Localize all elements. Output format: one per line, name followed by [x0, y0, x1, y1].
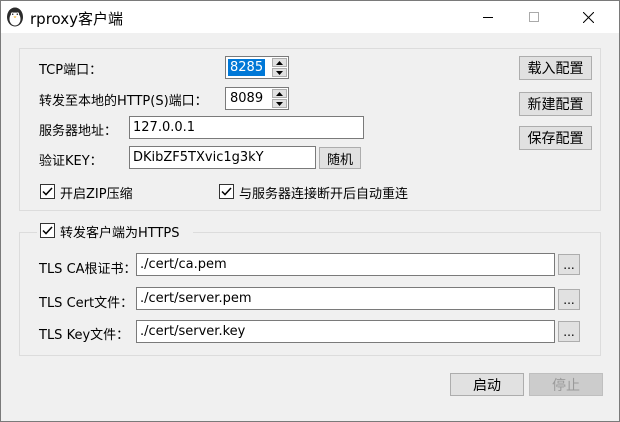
- browse-cert-button[interactable]: ...: [558, 289, 580, 310]
- https-enable-checkbox[interactable]: [40, 223, 55, 238]
- client-window: rproxy客户端 TCP端口： 8285 转发至本地的HTTP(S)端口： 8…: [0, 0, 620, 422]
- title-bar: rproxy客户端: [1, 1, 619, 33]
- close-icon: [582, 11, 594, 23]
- maximize-button[interactable]: [511, 1, 557, 33]
- caret-down-icon: [276, 70, 283, 75]
- auto-reconnect-checkbox[interactable]: [219, 184, 234, 199]
- tcp-port-value: 8285: [228, 59, 266, 76]
- https-enable-label: 转发客户端为HTTPS: [60, 226, 180, 241]
- auto-reconnect-label: 与服务器连接断开后自动重连: [239, 187, 409, 202]
- save-config-button[interactable]: 保存配置: [519, 126, 592, 150]
- server-address-label: 服务器地址：: [39, 124, 118, 139]
- window-title: rproxy客户端: [30, 10, 123, 28]
- load-config-button[interactable]: 载入配置: [519, 56, 592, 80]
- forward-port-value: 8089: [230, 91, 264, 106]
- checkmark-icon: [221, 187, 232, 196]
- verify-key-input[interactable]: DKibZF5TXvic1g3kY: [129, 146, 316, 169]
- browse-key-button[interactable]: ...: [558, 321, 580, 342]
- caret-up-icon: [276, 60, 283, 65]
- caret-down-icon: [276, 101, 283, 106]
- server-address-input[interactable]: 127.0.0.1: [129, 116, 364, 139]
- spin-down-button[interactable]: [272, 99, 287, 108]
- tcp-port-spinbox[interactable]: 8285: [225, 56, 289, 79]
- browse-ca-button[interactable]: ...: [558, 254, 580, 275]
- new-config-button[interactable]: 新建配置: [519, 92, 592, 116]
- app-logo-icon: [6, 7, 24, 27]
- spin-down-button[interactable]: [272, 68, 287, 77]
- zip-checkbox[interactable]: [40, 184, 55, 199]
- tls-key-label: TLS Key文件：: [39, 328, 130, 343]
- forward-port-spinbox[interactable]: 8089: [225, 87, 289, 110]
- tcp-port-label: TCP端口：: [39, 63, 103, 78]
- tls-cert-label: TLS Cert文件：: [39, 296, 134, 311]
- tls-cert-input[interactable]: ./cert/server.pem: [136, 287, 555, 310]
- verify-key-label: 验证KEY：: [39, 154, 103, 169]
- spin-up-button[interactable]: [272, 89, 287, 98]
- close-button[interactable]: [565, 1, 611, 33]
- tls-ca-label: TLS CA根证书：: [39, 262, 137, 277]
- zip-label: 开启ZIP压缩: [60, 187, 133, 202]
- random-key-button[interactable]: 随机: [319, 147, 361, 169]
- tls-ca-input[interactable]: ./cert/ca.pem: [136, 253, 555, 276]
- start-button[interactable]: 启动: [450, 373, 524, 396]
- caret-up-icon: [276, 91, 283, 96]
- spin-up-button[interactable]: [272, 58, 287, 67]
- checkmark-icon: [42, 187, 53, 196]
- maximize-icon: [529, 12, 539, 22]
- minimize-button[interactable]: [465, 1, 511, 33]
- minimize-icon: [483, 17, 493, 18]
- checkmark-icon: [42, 226, 53, 235]
- stop-button[interactable]: 停止: [529, 373, 603, 396]
- tls-key-input[interactable]: ./cert/server.key: [136, 320, 555, 343]
- forward-port-label: 转发至本地的HTTP(S)端口：: [39, 94, 208, 109]
